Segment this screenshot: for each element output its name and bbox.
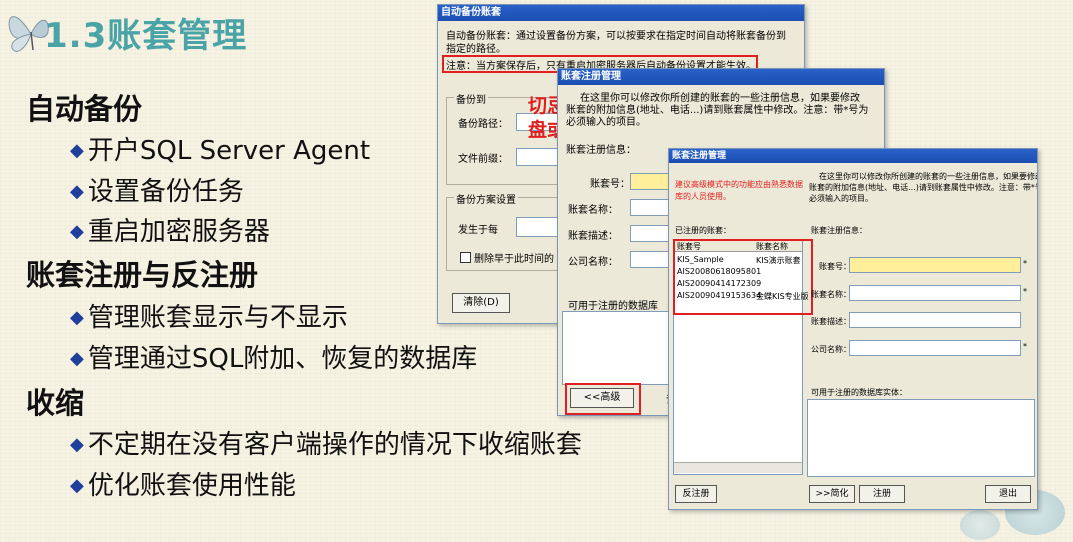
occur-input[interactable]: [516, 217, 560, 237]
diamond-icon: ◆: [70, 221, 84, 242]
account-name-label: 账套名称：: [568, 205, 618, 216]
diamond-icon: ◆: [70, 434, 84, 455]
required-star: *: [1023, 342, 1027, 351]
account-desc-label: 账套描述：: [811, 317, 851, 326]
account-id-label: 账套号：: [590, 179, 630, 190]
bullet-item: ◆ 优化账套使用性能: [70, 471, 296, 501]
company-label: 公司名称：: [568, 257, 618, 268]
bullet-item: ◆ 不定期在没有客户端操作的情况下收缩账套: [70, 430, 582, 460]
clear-button[interactable]: 清除(D): [452, 293, 510, 313]
register-button[interactable]: 注册: [859, 485, 905, 503]
bullet-item: ◆ 开户SQL Server Agent: [70, 136, 371, 166]
window-titlebar: 账套注册管理: [558, 69, 884, 85]
company-input[interactable]: [849, 340, 1021, 356]
bullet-item: ◆ 设置备份任务: [70, 177, 244, 207]
account-name-label: 账套名称：: [811, 290, 851, 299]
required-star: *: [1023, 287, 1027, 296]
description-text: 必须输入的项目。: [566, 117, 646, 128]
section-heading-backup: 自动备份: [26, 92, 143, 126]
prefix-label: 文件前缀：: [458, 154, 508, 165]
flower-decoration: [960, 510, 1000, 540]
warning-text: 库的人员使用。: [675, 192, 731, 201]
window-titlebar: 账套注册管理: [669, 149, 1037, 163]
group-label: 备份方案设置: [454, 191, 518, 206]
db-label: 可用于注册的数据库实体：: [811, 388, 907, 397]
company-label: 公司名称：: [811, 345, 851, 354]
bullet-item: ◆ 管理账套显示与不显示: [70, 303, 348, 333]
description-text: 账套的附加信息(地址、电话...)请到账套属性中修改。注意：带*号为: [809, 183, 1038, 192]
account-id-input[interactable]: [849, 257, 1021, 273]
account-desc-input[interactable]: [849, 312, 1021, 328]
highlight-box: [673, 239, 813, 315]
description-text: 在这里你可以修改你所创建的账套的一些注册信息，如果要修改: [819, 172, 1038, 181]
account-desc-label: 账套描述：: [568, 231, 618, 242]
page-title: 1.3账套管理: [44, 16, 248, 56]
delete-label: 删除早于此时间的: [474, 254, 554, 265]
horizontal-scrollbar[interactable]: [674, 462, 802, 473]
diamond-icon: ◆: [70, 181, 84, 202]
warning-text: 建议高级模式中的功能应由熟悉数据: [675, 180, 803, 189]
account-name-input[interactable]: [849, 285, 1021, 301]
diamond-icon: ◆: [70, 140, 84, 161]
advanced-button[interactable]: <<高级: [570, 388, 634, 408]
diamond-icon: ◆: [70, 307, 84, 328]
required-star: *: [1023, 259, 1027, 268]
account-id-label: 账套号：: [819, 262, 851, 271]
description-text: 必须输入的项目。: [809, 194, 873, 203]
group-label: 备份到: [454, 91, 488, 106]
section-heading-shrink: 收缩: [26, 386, 85, 420]
path-label: 备份路径：: [458, 119, 508, 130]
window-titlebar: 自动备份账套: [438, 5, 804, 21]
diamond-icon: ◆: [70, 348, 84, 369]
account-register-advanced-window: 账套注册管理 建议高级模式中的功能应由熟悉数据 库的人员使用。 在这里你可以修改…: [668, 148, 1038, 510]
file-prefix-input[interactable]: [516, 148, 560, 166]
info-label: 账套注册信息：: [566, 145, 636, 156]
section-heading-register: 账套注册与反注册: [26, 258, 259, 292]
exit-button[interactable]: 退出: [985, 485, 1031, 503]
description-text: 指定的路径。: [446, 44, 506, 55]
info-label: 账套注册信息：: [811, 226, 867, 235]
bullet-item: ◆ 管理通过SQL附加、恢复的数据库: [70, 344, 478, 374]
unregister-button[interactable]: 反注册: [675, 485, 717, 503]
db-instance-list[interactable]: [807, 399, 1035, 477]
bullet-item: ◆ 重启加密服务器: [70, 217, 270, 247]
simplify-button[interactable]: >>简化: [809, 485, 855, 503]
delete-old-checkbox[interactable]: [460, 252, 471, 263]
diamond-icon: ◆: [70, 475, 84, 496]
db-label: 可用于注册的数据库: [568, 301, 658, 312]
registered-label: 已注册的账套：: [675, 226, 731, 235]
occur-label: 发生于每: [458, 225, 498, 236]
